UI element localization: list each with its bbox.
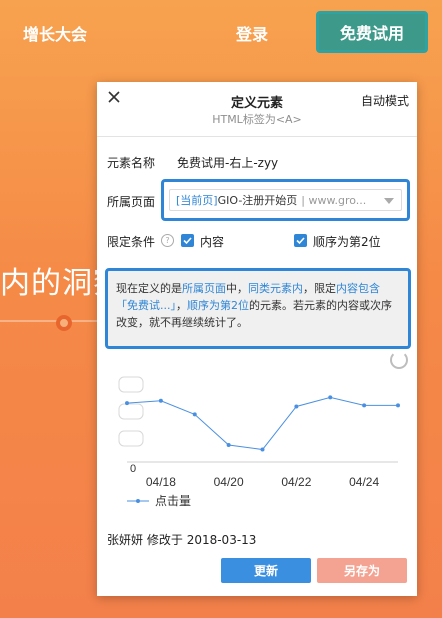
background-line xyxy=(0,320,100,322)
info-highlight-page: 所属页面 xyxy=(182,282,226,295)
content-checkbox[interactable] xyxy=(181,234,194,247)
y-tick-bubble xyxy=(118,376,144,393)
y-tick-bubble xyxy=(118,430,144,447)
page-highlight: [当前页] GIO-注册开始页 | www.gro... xyxy=(161,179,410,221)
chevron-down-icon[interactable] xyxy=(384,198,394,204)
info-text: 现在定义的是 xyxy=(116,282,182,295)
data-point xyxy=(260,447,265,452)
update-button[interactable]: 更新 xyxy=(221,558,311,583)
data-point xyxy=(226,443,231,447)
content-checkbox-label: 内容 xyxy=(200,235,225,249)
order-checkbox[interactable] xyxy=(294,234,307,247)
definition-info-box: 现在定义的是所属页面中，同类元素内，限定内容包含「免费试...」，顺序为第2位的… xyxy=(105,268,411,349)
legend-label: 点击量 xyxy=(155,494,191,508)
panel-subtitle: HTML标签为<A> xyxy=(212,113,302,126)
x-tick-label: 04/24 xyxy=(349,475,379,489)
modified-label: 修改于 xyxy=(146,533,183,547)
series-line xyxy=(126,396,398,451)
info-text: ，限定 xyxy=(303,282,336,295)
data-point xyxy=(192,412,197,417)
page-url: | www.gro... xyxy=(301,193,367,207)
nav-login[interactable]: 登录 xyxy=(236,21,268,45)
nav-brand[interactable]: 增长大会 xyxy=(23,21,87,45)
info-text: ， xyxy=(176,299,187,312)
modified-date: 2018-03-13 xyxy=(186,533,257,547)
conditions-label: 限定条件 xyxy=(107,235,156,249)
x-tick-label: 04/20 xyxy=(214,475,244,489)
page-current-tag: [当前页] xyxy=(176,194,218,207)
background-dot xyxy=(56,315,72,331)
x-tick-label: 04/22 xyxy=(281,475,311,489)
header-divider xyxy=(97,136,417,137)
x-tick-label: 04/18 xyxy=(146,475,176,489)
element-name-label: 元素名称 xyxy=(107,156,156,170)
help-icon[interactable]: ? xyxy=(161,234,174,247)
data-point xyxy=(158,398,163,403)
check-icon xyxy=(296,237,305,245)
data-point xyxy=(328,395,333,400)
check-icon xyxy=(183,237,192,245)
y-zero-label: 0 xyxy=(130,463,136,475)
define-element-panel: 定义元素 HTML标签为<A> 自动模式 元素名称 免费试用-右上-zyy 所属… xyxy=(97,82,417,596)
free-trial-button[interactable]: 免费试用 xyxy=(316,11,428,53)
page-select[interactable]: [当前页] GIO-注册开始页 | www.gro... xyxy=(169,189,402,211)
modified-info: 张妍妍 修改于 2018-03-13 xyxy=(107,531,256,548)
data-point xyxy=(396,403,400,408)
data-point xyxy=(362,403,367,408)
info-highlight-same-class: 同类元素内 xyxy=(248,282,303,295)
click-count-chart: 0 04/18 04/20 04/22 04/24 点击量 xyxy=(118,376,400,508)
data-point xyxy=(294,404,299,409)
page-label: 所属页面 xyxy=(107,195,156,209)
save-as-button[interactable]: 另存为 xyxy=(317,558,407,583)
info-text: 中， xyxy=(226,282,248,295)
auto-mode-link[interactable]: 自动模式 xyxy=(361,92,409,109)
y-tick-bubble xyxy=(118,403,144,420)
author-name: 张妍妍 xyxy=(107,533,144,547)
info-highlight-order: 顺序为第2位 xyxy=(187,299,249,312)
page-name: GIO-注册开始页 xyxy=(217,194,298,207)
legend-marker xyxy=(136,499,140,503)
order-checkbox-label: 顺序为第2位 xyxy=(313,235,381,249)
data-point xyxy=(125,401,129,406)
element-name-value[interactable]: 免费试用-右上-zyy xyxy=(177,154,278,171)
